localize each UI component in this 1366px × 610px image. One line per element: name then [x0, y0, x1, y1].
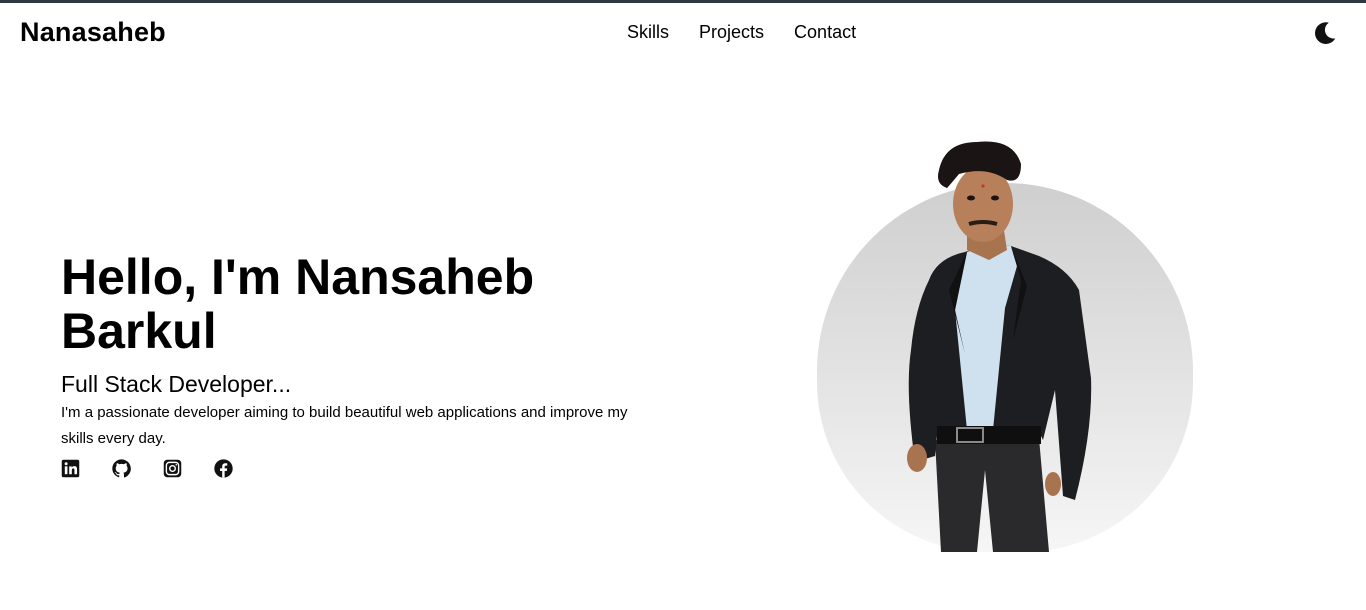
nav-links: Skills Projects Contact: [627, 22, 856, 43]
social-links: [60, 458, 234, 479]
moon-icon[interactable]: [1312, 20, 1338, 46]
navbar: Nanasaheb Skills Projects Contact: [0, 3, 1366, 63]
hero-description: I'm a passionate developer aiming to bui…: [61, 404, 628, 447]
facebook-icon[interactable]: [213, 458, 234, 479]
nav-link-skills[interactable]: Skills: [627, 22, 669, 43]
brand-logo[interactable]: Nanasaheb: [20, 17, 166, 48]
instagram-icon[interactable]: [162, 458, 183, 479]
linkedin-icon[interactable]: [60, 458, 81, 479]
profile-photo: [907, 141, 1092, 552]
hero-subtitle: Full Stack Developer...: [61, 371, 292, 397]
hero-title: Hello, I'm Nansaheb Barkul: [61, 249, 535, 359]
nav-link-projects[interactable]: Projects: [699, 22, 764, 43]
portrait-container: [817, 140, 1193, 552]
hero-section: Hello, I'm Nansaheb Barkul Full Stack De…: [61, 250, 661, 452]
github-icon[interactable]: [111, 458, 132, 479]
nav-link-contact[interactable]: Contact: [794, 22, 856, 43]
